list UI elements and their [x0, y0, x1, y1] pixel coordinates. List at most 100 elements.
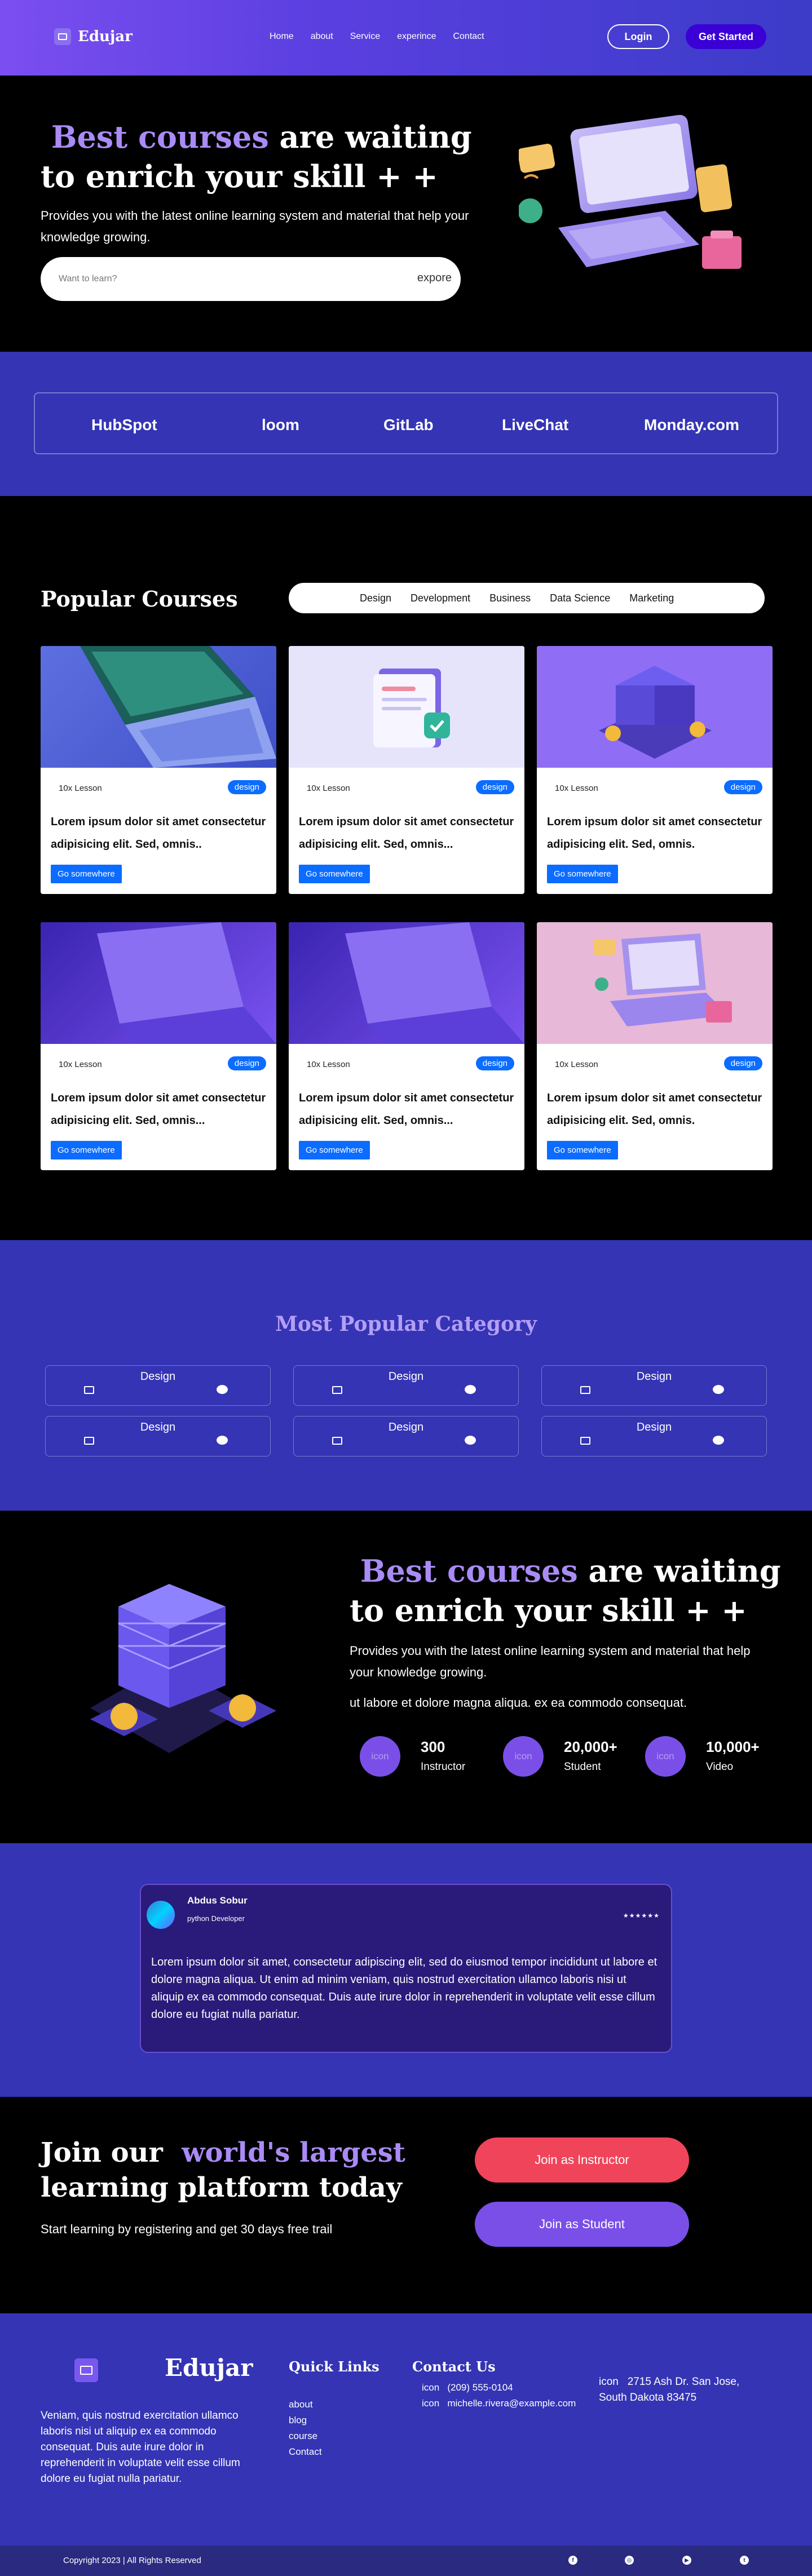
go-somewhere-button[interactable]: Go somewhere [51, 865, 122, 883]
go-somewhere-button[interactable]: Go somewhere [299, 1141, 370, 1159]
category-badge: design [475, 780, 514, 794]
email-address: michelle.rivera@example.com [447, 2398, 576, 2409]
explore-button[interactable]: expore [417, 272, 452, 285]
course-thumbnail [41, 646, 276, 768]
hero-section: Best courses are waiting to enrich your … [0, 76, 812, 352]
course-card[interactable]: 10x Lesson design Lorem ipsum dolor sit … [289, 922, 524, 1170]
go-somewhere-button[interactable]: Go somewhere [547, 1141, 618, 1159]
email-icon: icon [422, 2398, 440, 2409]
login-button[interactable]: Login [607, 24, 669, 49]
footer-link-blog[interactable]: blog [289, 2413, 322, 2428]
testimonial-section: Abdus Sobur python Developer ★★★★★★ Lore… [0, 1843, 812, 2097]
footer-link-contact[interactable]: Contact [289, 2444, 322, 2460]
contact-heading: Contact Us [412, 2358, 496, 2375]
instagram-icon[interactable]: ◎ [625, 2556, 634, 2565]
category-label: Design [140, 1421, 176, 1433]
course-title: Lorem ipsum dolor sit amet consectetur a… [299, 1092, 514, 1127]
brand-name: Edujar [78, 28, 133, 45]
footer-link-course[interactable]: course [289, 2428, 322, 2444]
tab-business[interactable]: Business [489, 592, 531, 604]
tab-design[interactable]: Design [360, 592, 391, 604]
chat-icon [713, 1385, 724, 1394]
about-paragraph: Provides you with the latest online lear… [350, 1644, 751, 1679]
image-icon [84, 1437, 94, 1445]
nav-link-contact[interactable]: Contact [453, 32, 484, 42]
stat-instructor: icon 300 Instructor [360, 1736, 484, 1781]
course-card[interactable]: 10x Lesson design Lorem ipsum dolor sit … [537, 922, 773, 1170]
join-title-accent: world's largest [182, 2137, 405, 2168]
join-student-button[interactable]: Join as Student [475, 2202, 689, 2247]
category-label: Design [388, 1370, 424, 1383]
laptop-clock-image [345, 922, 524, 1044]
nav-link-service[interactable]: Service [350, 32, 380, 42]
lesson-count: 10x Lesson [59, 1060, 102, 1069]
nav-link-home[interactable]: Home [270, 32, 294, 42]
category-item[interactable]: Design [293, 1416, 519, 1457]
youtube-icon[interactable]: ▶ [682, 2556, 691, 2565]
stat-label: Student [564, 1761, 601, 1773]
reviewer-role: python Developer [187, 1914, 245, 1923]
laptop-clock-image [97, 922, 276, 1044]
about-title-accent: Best courses [360, 1553, 578, 1589]
brand[interactable]: Edujar [54, 28, 133, 45]
lesson-count: 10x Lesson [555, 1060, 598, 1069]
tab-development[interactable]: Development [411, 592, 470, 604]
course-card[interactable]: 10x Lesson design Lorem ipsum dolor sit … [537, 646, 773, 894]
brand-gitlab: GitLab [383, 416, 434, 433]
chat-icon [217, 1385, 228, 1394]
category-label: Design [388, 1421, 424, 1433]
footer-brand: Edujar [165, 2354, 253, 2382]
about-section: Best courses are waiting to enrich your … [0, 1511, 812, 1843]
logo-icon [74, 2358, 98, 2382]
phone-number: (209) 555-0104 [447, 2382, 513, 2393]
category-badge: design [723, 1056, 762, 1070]
tab-marketing[interactable]: Marketing [629, 592, 674, 604]
chat-icon [465, 1385, 476, 1394]
category-label: Design [636, 1370, 672, 1383]
twitter-icon[interactable]: t [740, 2556, 749, 2565]
go-somewhere-button[interactable]: Go somewhere [51, 1141, 122, 1159]
tab-data-science[interactable]: Data Science [550, 592, 610, 604]
category-item[interactable]: Design [541, 1416, 767, 1457]
top-navbar: Edujar Home about Service experince Cont… [0, 0, 812, 76]
nav-link-experince[interactable]: experince [397, 32, 436, 42]
course-thumbnail [289, 922, 524, 1044]
go-somewhere-button[interactable]: Go somewhere [299, 865, 370, 883]
course-thumbnail [537, 922, 773, 1044]
lesson-count: 10x Lesson [555, 784, 598, 793]
category-label: Design [636, 1421, 672, 1433]
category-item[interactable]: Design [45, 1416, 271, 1457]
course-thumbnail [537, 646, 773, 768]
stat-label: Instructor [421, 1761, 466, 1773]
about-title: Best courses are waiting to enrich your … [350, 1551, 789, 1630]
brand-partners-section: HubSpot loom GitLab LiveChat Monday.com [0, 352, 812, 496]
join-title-line2: learning platform today [41, 2172, 402, 2203]
about-paragraph-2: ut labore et dolore magna aliqua. ex ea … [350, 1696, 687, 1710]
category-item[interactable]: Design [293, 1365, 519, 1406]
facebook-icon[interactable]: f [568, 2556, 577, 2565]
image-icon [580, 1386, 590, 1394]
contact-email[interactable]: icon michelle.rivera@example.com [422, 2398, 576, 2409]
get-started-button[interactable]: Get Started [686, 24, 766, 49]
hero-title: Best courses are waiting to enrich your … [41, 117, 492, 196]
location-icon: icon [599, 2376, 619, 2388]
course-card[interactable]: 10x Lesson design Lorem ipsum dolor sit … [289, 646, 524, 894]
search-input[interactable] [59, 269, 374, 289]
category-badge: design [227, 1056, 266, 1070]
footer-link-about[interactable]: about [289, 2397, 322, 2413]
join-instructor-button[interactable]: Join as Instructor [475, 2137, 689, 2183]
course-card[interactable]: 10x Lesson design Lorem ipsum dolor sit … [41, 646, 276, 894]
nav-link-about[interactable]: about [311, 32, 333, 42]
go-somewhere-button[interactable]: Go somewhere [547, 865, 618, 883]
contact-phone[interactable]: icon (209) 555-0104 [422, 2382, 513, 2393]
course-filter-tabs: Design Development Business Data Science… [289, 583, 765, 613]
category-item[interactable]: Design [541, 1365, 767, 1406]
course-card[interactable]: 10x Lesson design Lorem ipsum dolor sit … [41, 922, 276, 1170]
category-item[interactable]: Design [45, 1365, 271, 1406]
address-text: 2715 Ash Dr. San Jose, South Dakota 8347… [599, 2376, 740, 2404]
section-title: Most Popular Category [275, 1312, 537, 1336]
nft-illustration [90, 1584, 276, 1753]
quick-links-heading: Quick Links [289, 2358, 379, 2375]
category-badge: design [723, 780, 762, 794]
course-title: Lorem ipsum dolor sit amet consectetur a… [51, 816, 266, 851]
